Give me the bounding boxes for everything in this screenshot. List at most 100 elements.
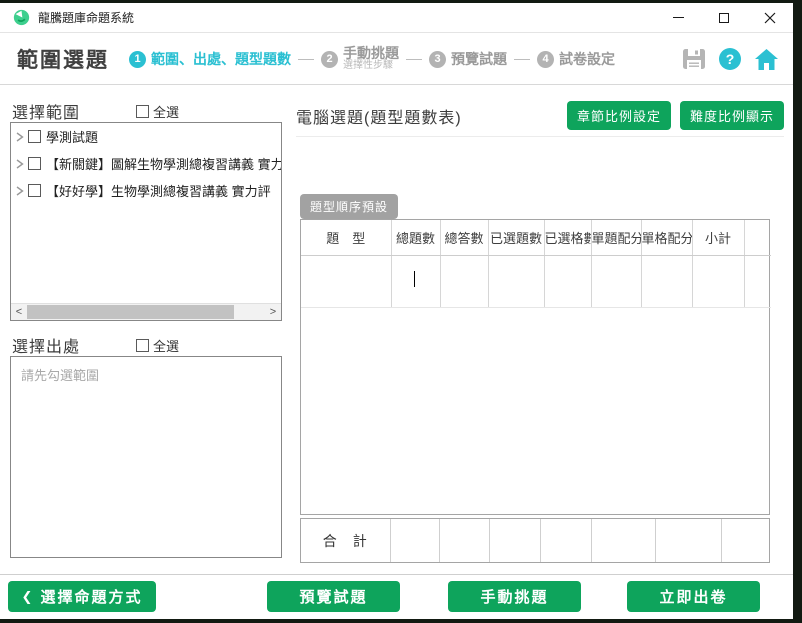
table-cell[interactable] xyxy=(744,255,771,307)
table-cell-active[interactable] xyxy=(391,255,440,307)
scrollbar-track[interactable] xyxy=(27,304,265,320)
col-points-per-question: 單題配分 xyxy=(591,220,641,255)
scrollbar-thumb[interactable] xyxy=(27,305,234,319)
computer-selection-title: 電腦選題(題型題數表) xyxy=(296,104,462,128)
step-1-badge: 1 xyxy=(129,51,146,68)
table-cell[interactable] xyxy=(301,255,391,307)
step-4-label: 試卷設定 xyxy=(559,52,615,67)
tree-item-exam-questions[interactable]: 學測試題 xyxy=(11,123,281,150)
question-type-table: 題 型 總題數 總答數 已選題數 已選格數 單題配分 單格配分 小計 xyxy=(300,219,770,515)
generate-paper-button[interactable]: 立即出卷 xyxy=(627,581,760,612)
app-logo-icon xyxy=(13,9,30,26)
expand-chevron-icon[interactable] xyxy=(16,159,28,169)
col-question-type: 題 型 xyxy=(301,220,391,255)
close-icon xyxy=(764,12,776,24)
total-cell xyxy=(541,519,592,562)
source-section-title: 選擇出處 xyxy=(12,333,80,357)
step-connector xyxy=(406,59,422,60)
step-1-range[interactable]: 1 範圍、出處、題型題數 xyxy=(129,51,291,68)
home-icon xyxy=(754,48,779,71)
step-4-paper-settings[interactable]: 4 試卷設定 xyxy=(537,51,615,68)
range-section-header: 選擇範圍 全選 xyxy=(12,99,280,123)
step-2-badge: 2 xyxy=(321,51,338,68)
horizontal-scrollbar[interactable]: < > xyxy=(11,303,281,320)
source-select-all-checkbox[interactable] xyxy=(136,339,149,352)
range-select-all[interactable]: 全選 xyxy=(136,102,179,121)
question-type-order-preset-button[interactable]: 題型順序預設 xyxy=(300,194,398,219)
table-header-row: 題 型 總題數 總答數 已選題數 已選格數 單題配分 單格配分 小計 xyxy=(301,220,771,255)
table-cell[interactable] xyxy=(591,255,641,307)
tree-item-label: 【好好學】生物學測總複習講義 實力評 xyxy=(46,181,271,200)
total-row: 合 計 xyxy=(300,518,770,563)
table-cell[interactable] xyxy=(544,255,591,307)
preview-questions-button[interactable]: 預覽試題 xyxy=(267,581,400,612)
wizard-header: 範圍選題 1 範圍、出處、題型題數 2 手動挑題 選擇性步驟 3 預覽試題 4 xyxy=(0,34,793,85)
home-button[interactable] xyxy=(754,48,779,71)
range-tree: 學測試題 【新關鍵】圖解生物學測總複習講義 實力 【好好學】生物學測總複習講義 … xyxy=(10,122,282,321)
tree-item-checkbox[interactable] xyxy=(28,184,41,197)
range-section-title: 選擇範圍 xyxy=(12,99,80,123)
source-placeholder: 請先勾選範圍 xyxy=(11,357,281,392)
difficulty-ratio-button[interactable]: 難度比例顯示 xyxy=(680,101,784,130)
window-controls xyxy=(655,3,793,32)
range-select-all-label: 全選 xyxy=(153,102,179,121)
source-section-header: 選擇出處 全選 xyxy=(12,333,280,357)
tree-item-checkbox[interactable] xyxy=(28,130,41,143)
wizard-steps: 1 範圍、出處、題型題數 2 手動挑題 選擇性步驟 3 預覽試題 4 試卷設定 xyxy=(129,46,615,71)
tree-item-new-key-guide[interactable]: 【新關鍵】圖解生物學測總複習講義 實力 xyxy=(11,150,281,177)
step-1-label: 範圍、出處、題型題數 xyxy=(151,52,291,67)
save-button[interactable] xyxy=(682,48,706,70)
help-icon: ? xyxy=(726,51,735,67)
col-points-per-cell: 單格配分 xyxy=(641,220,692,255)
text-caret xyxy=(414,271,415,287)
col-total-answers: 總答數 xyxy=(440,220,488,255)
header-icons: ? xyxy=(682,48,779,71)
source-select-all-label: 全選 xyxy=(153,336,179,355)
total-label-cell: 合 計 xyxy=(301,519,391,562)
tree-item-study-well-guide[interactable]: 【好好學】生物學測總複習講義 實力評 xyxy=(11,177,281,204)
minimize-icon xyxy=(673,17,684,18)
col-selected-questions: 已選題數 xyxy=(488,220,544,255)
back-to-method-button[interactable]: ❮ 選擇命題方式 xyxy=(8,581,156,612)
divider xyxy=(0,574,793,575)
total-cell xyxy=(490,519,541,562)
range-select-all-checkbox[interactable] xyxy=(136,105,149,118)
source-select-all[interactable]: 全選 xyxy=(136,336,179,355)
col-total-questions: 總題數 xyxy=(391,220,440,255)
total-cell xyxy=(656,519,722,562)
scroll-left-icon[interactable]: < xyxy=(11,304,27,320)
table-cell[interactable] xyxy=(641,255,692,307)
back-button-label: 選擇命題方式 xyxy=(40,586,142,607)
tree-item-label: 【新關鍵】圖解生物學測總複習講義 實力 xyxy=(46,154,281,173)
col-empty xyxy=(744,220,771,255)
ratio-buttons: 章節比例設定 難度比例顯示 xyxy=(567,101,784,130)
table-cell[interactable] xyxy=(440,255,488,307)
source-list[interactable]: 請先勾選範圍 xyxy=(10,356,282,558)
manual-pick-button[interactable]: 手動挑題 xyxy=(448,581,581,612)
save-icon xyxy=(682,48,706,70)
window-title: 龍騰題庫命題系統 xyxy=(38,9,134,26)
step-3-label: 預覽試題 xyxy=(451,52,507,67)
divider xyxy=(296,136,784,137)
col-subtotal: 小計 xyxy=(692,220,744,255)
chapter-ratio-button[interactable]: 章節比例設定 xyxy=(567,101,671,130)
minimize-button[interactable] xyxy=(655,3,701,32)
maximize-button[interactable] xyxy=(701,3,747,32)
step-connector xyxy=(514,59,530,60)
step-3-preview[interactable]: 3 預覽試題 xyxy=(429,51,507,68)
close-button[interactable] xyxy=(747,3,793,32)
help-button[interactable]: ? xyxy=(719,48,741,70)
titlebar: 龍騰題庫命題系統 xyxy=(0,3,793,33)
expand-chevron-icon[interactable] xyxy=(16,132,28,142)
tree-item-checkbox[interactable] xyxy=(28,157,41,170)
total-cell xyxy=(391,519,441,562)
total-cell xyxy=(440,519,490,562)
step-2-manual-pick[interactable]: 2 手動挑題 選擇性步驟 xyxy=(321,46,399,71)
scroll-right-icon[interactable]: > xyxy=(265,304,281,320)
step-connector xyxy=(298,59,314,60)
table-cell[interactable] xyxy=(692,255,744,307)
chevron-left-icon: ❮ xyxy=(22,589,35,605)
tree-item-label: 學測試題 xyxy=(46,127,98,146)
table-cell[interactable] xyxy=(488,255,544,307)
expand-chevron-icon[interactable] xyxy=(16,186,28,196)
